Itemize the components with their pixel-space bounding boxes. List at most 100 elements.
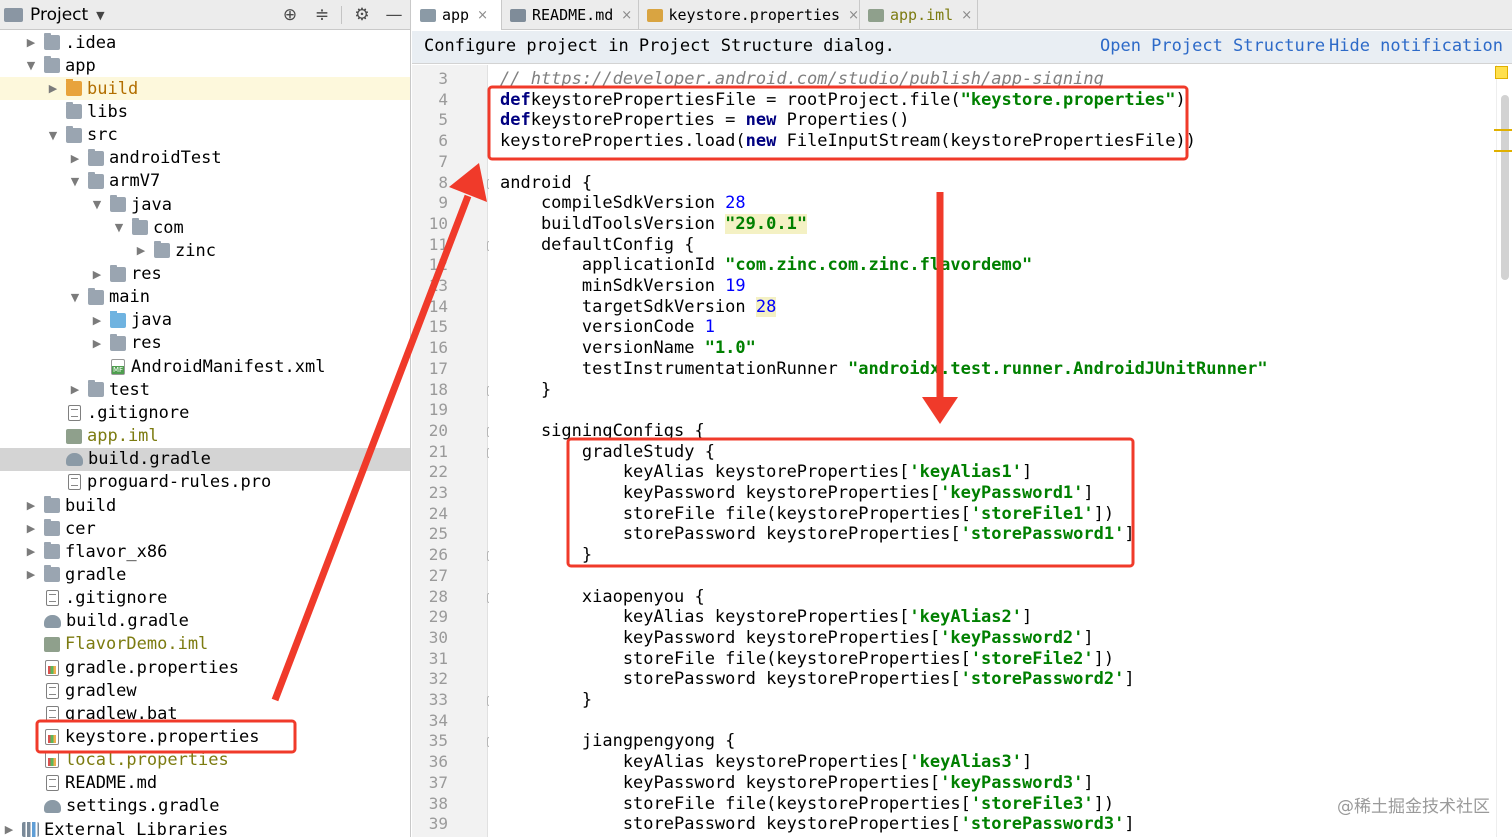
chevron-down-icon[interactable]: ▼ — [112, 221, 126, 234]
chevron-down-icon[interactable]: ▼ — [46, 129, 60, 142]
code-token: 'keyPassword3' — [940, 772, 1084, 793]
code-token: ) — [1175, 89, 1186, 110]
tree-item[interactable]: ▶ test — [0, 378, 410, 401]
code-line: storeFile file(keystoreProperties['store… — [500, 649, 1114, 669]
editor-tab[interactable]: keystore.properties × — [639, 0, 860, 30]
tree-item[interactable]: libs — [0, 100, 410, 123]
close-icon[interactable]: × — [848, 8, 859, 23]
props-icon — [45, 752, 59, 769]
locate-icon[interactable]: ⊕ — [279, 4, 301, 26]
tab-label: app — [442, 6, 470, 24]
tree-item[interactable]: ▶ build — [0, 77, 410, 101]
chevron-right-icon[interactable]: ▶ — [90, 268, 104, 281]
project-view-selector[interactable]: Project ▼ — [4, 5, 105, 25]
xml-icon — [111, 358, 125, 375]
code-token: android { — [500, 172, 593, 193]
tree-item[interactable]: .gitignore — [0, 401, 410, 424]
tree-item[interactable]: keystore.properties — [0, 726, 410, 749]
chevron-right-icon[interactable]: ▶ — [90, 314, 104, 327]
code-token: ]) — [1093, 793, 1115, 814]
tree-item[interactable]: ▶ cer — [0, 517, 410, 540]
chevron-right-icon[interactable]: ▶ — [68, 152, 82, 165]
code-token: keyAlias keystoreProperties[ — [500, 752, 910, 773]
chevron-right-icon[interactable]: ▶ — [24, 36, 38, 49]
tree-item[interactable]: ▼ java — [0, 193, 410, 216]
tree-item[interactable]: ▶ gradle — [0, 563, 410, 586]
folder-icon — [88, 148, 104, 166]
chevron-right-icon[interactable]: ▶ — [24, 499, 38, 512]
tree-item[interactable]: ▶ .idea — [0, 31, 410, 54]
close-icon[interactable]: × — [477, 8, 488, 23]
tree-item[interactable]: settings.gradle — [0, 795, 410, 818]
error-stripe-mark[interactable] — [1494, 129, 1512, 131]
chevron-right-icon[interactable]: ▶ — [24, 545, 38, 558]
tree-item[interactable]: proguard-rules.pro — [0, 471, 410, 494]
open-project-structure-link[interactable]: Open Project Structure — [1100, 36, 1325, 56]
tree-item-label: .gitignore — [87, 402, 190, 423]
code-editor[interactable]: // https://developer.android.com/studio/… — [489, 65, 1512, 837]
tree-item[interactable]: ▼ main — [0, 286, 410, 309]
tree-item[interactable]: ▶ androidTest — [0, 147, 410, 170]
chevron-right-icon[interactable]: ▶ — [68, 383, 82, 396]
code-token: ] — [1083, 627, 1094, 648]
chevron-right-icon[interactable]: ▶ — [46, 82, 60, 95]
chevron-down-icon[interactable]: ▼ — [90, 198, 104, 211]
code-token: gradleStudy { — [500, 441, 715, 462]
gradle-icon — [66, 452, 83, 466]
chevron-down-icon[interactable]: ▼ — [68, 175, 82, 188]
gear-icon[interactable]: ⚙ — [351, 4, 373, 26]
tree-item[interactable]: AndroidManifest.xml — [0, 355, 410, 378]
chevron-right-icon[interactable]: ▶ — [24, 522, 38, 535]
tree-item-label: gradle.properties — [65, 657, 239, 678]
chevron-right-icon[interactable]: ▶ — [90, 337, 104, 350]
line-number: 22 — [428, 462, 448, 482]
editor-tab[interactable]: README.md × — [502, 0, 639, 30]
collapse-all-icon[interactable]: ≑ — [311, 4, 333, 26]
tree-item[interactable]: app.iml — [0, 425, 410, 448]
hide-notification-link[interactable]: Hide notification — [1329, 36, 1503, 56]
tree-item[interactable]: README.md — [0, 772, 410, 795]
tree-item-label: FlavorDemo.iml — [65, 634, 209, 655]
tree-item[interactable]: ▶ java — [0, 309, 410, 332]
tree-item[interactable]: build.gradle — [0, 447, 410, 471]
chevron-right-icon[interactable]: ▶ — [24, 568, 38, 581]
close-icon[interactable]: × — [961, 8, 972, 23]
tree-item[interactable]: ▼ armV7 — [0, 170, 410, 193]
chevron-right-icon[interactable]: ▶ — [2, 823, 16, 836]
tree-item[interactable]: local.properties — [0, 749, 410, 772]
tree-item-label: res — [131, 264, 162, 284]
editor-scrollbar[interactable] — [1496, 65, 1512, 837]
tree-item[interactable]: build.gradle — [0, 610, 410, 633]
tree-item[interactable]: gradlew.bat — [0, 702, 410, 725]
tree-item[interactable]: ▼ com — [0, 216, 410, 239]
hide-panel-icon[interactable]: — — [383, 4, 405, 26]
tree-item[interactable]: ▶ External Libraries — [0, 818, 410, 837]
tree-item[interactable]: ▶ build — [0, 494, 410, 517]
tree-item[interactable]: ▼ src — [0, 124, 410, 147]
file-icon — [68, 404, 81, 421]
editor-tab[interactable]: app.iml × — [860, 0, 978, 30]
tree-item[interactable]: FlavorDemo.iml — [0, 633, 410, 656]
tree-item[interactable]: .gitignore — [0, 587, 410, 610]
tree-item[interactable]: ▶ res — [0, 263, 410, 286]
code-token: } — [500, 379, 552, 400]
error-stripe-mark[interactable] — [1494, 150, 1512, 152]
tree-item[interactable]: ▶ zinc — [0, 239, 410, 262]
scrollbar-thumb[interactable] — [1501, 95, 1509, 280]
tree-item-label: build — [65, 495, 117, 516]
tree-item[interactable]: gradlew — [0, 679, 410, 702]
tree-item-label: gradle — [65, 564, 127, 585]
chevron-down-icon[interactable]: ▼ — [24, 59, 38, 72]
tree-item[interactable]: ▶ flavor_x86 — [0, 540, 410, 563]
chevron-down-icon[interactable]: ▼ — [68, 291, 82, 304]
tree-item[interactable]: ▶ res — [0, 332, 410, 355]
chevron-right-icon[interactable]: ▶ — [134, 244, 148, 257]
tree-item-label: armV7 — [109, 171, 161, 192]
line-number: 19 — [428, 400, 448, 420]
tree-item[interactable]: ▼ app — [0, 54, 410, 77]
editor-tab[interactable]: app × — [412, 0, 502, 30]
line-number: 23 — [428, 483, 448, 502]
inspection-status-icon[interactable] — [1495, 66, 1508, 79]
tree-item[interactable]: gradle.properties — [0, 656, 410, 679]
close-icon[interactable]: × — [621, 8, 632, 23]
